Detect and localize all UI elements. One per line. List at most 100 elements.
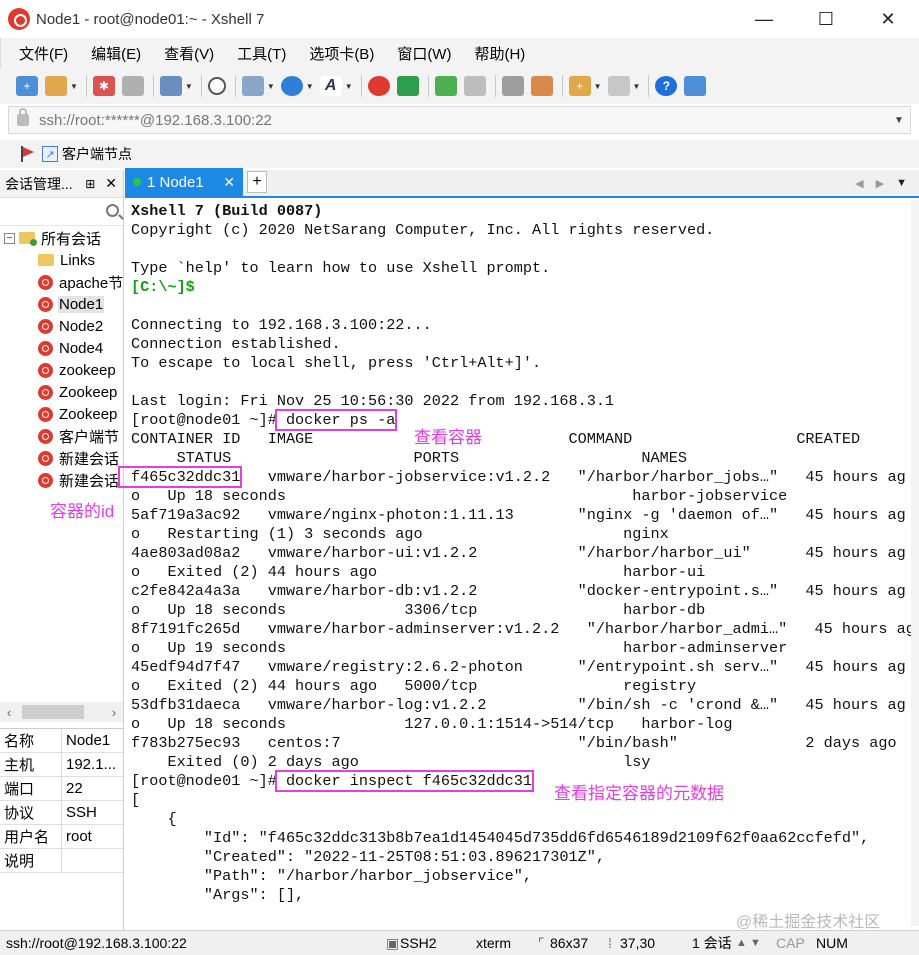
toolbar-divider	[494, 75, 496, 97]
menu-tools[interactable]: 工具(T)	[233, 41, 290, 66]
chevron-right-icon[interactable]: ›	[105, 705, 123, 720]
status-num: NUM	[816, 935, 848, 951]
keyboard-icon[interactable]	[501, 76, 524, 96]
tree-item-session[interactable]: 新建会话	[0, 447, 123, 469]
properties-icon[interactable]	[159, 76, 182, 96]
client-node-link[interactable]: 客户端节点	[62, 144, 132, 164]
close-button[interactable]: ✕	[857, 0, 919, 38]
terminal-line: "Id": "f465c32ddc313b8b7ea1d1454045d735d…	[131, 829, 870, 847]
chat-icon[interactable]	[684, 76, 707, 96]
open-folder-icon[interactable]	[45, 76, 67, 96]
sidebar-horizontal-scrollbar[interactable]: ‹ ›	[0, 702, 123, 722]
property-row: 用户名 root	[0, 825, 123, 849]
terminal-output[interactable]: Xshell 7 (Build 0087) Copyright (c) 2020 …	[126, 200, 911, 926]
new-session-icon[interactable]: +	[16, 76, 38, 96]
tree-item-session[interactable]: apache节	[0, 271, 123, 293]
add-folder-icon[interactable]: +	[568, 76, 591, 96]
toolbar-divider	[360, 75, 362, 97]
terminal-line: Exited (0) 2 days ago lsy	[131, 753, 651, 771]
chevron-down-icon[interactable]: ▼	[306, 82, 314, 91]
help-icon[interactable]: ?	[655, 76, 678, 96]
minimize-button[interactable]: —	[733, 0, 795, 38]
session-icon	[38, 428, 53, 444]
chevron-left-icon[interactable]: ‹	[0, 705, 18, 720]
chevron-down-icon[interactable]: ▼	[594, 82, 602, 91]
menu-file[interactable]: 文件(F)	[15, 41, 72, 66]
session-icon	[38, 274, 53, 290]
tree-item-session[interactable]: Zookeep	[0, 403, 123, 425]
status-sessions: 1 会话	[692, 935, 732, 951]
collapse-icon[interactable]: −	[4, 232, 15, 244]
tab-node1[interactable]: 1 Node1 ✕	[125, 168, 243, 196]
menu-help[interactable]: 帮助(H)	[470, 41, 529, 66]
xshell-app-icon	[8, 8, 30, 30]
menu-edit[interactable]: 编辑(E)	[87, 41, 145, 66]
disconnect-icon[interactable]: ✱	[92, 76, 115, 96]
terminal-line: {	[131, 810, 177, 828]
compose-icon[interactable]	[607, 76, 630, 96]
address-text[interactable]: ssh://root:******@192.168.3.100:22	[39, 112, 888, 129]
menu-view[interactable]: 查看(V)	[160, 41, 218, 66]
tree-root-all-sessions[interactable]: − 所有会话	[0, 227, 123, 249]
session-icon	[38, 318, 53, 334]
xshell-icon[interactable]	[367, 76, 390, 96]
highlighted-command: docker inspect f465c32ddc31	[274, 770, 535, 792]
chevron-down-icon[interactable]: ▼	[345, 82, 353, 91]
flag-icon[interactable]	[20, 146, 34, 162]
tree-item-node2[interactable]: Node2	[0, 315, 123, 337]
tree-item-node1[interactable]: Node1	[0, 293, 123, 315]
terminal-line: 45edf94d7f47 vmware/registry:2.6.2-photo…	[131, 658, 906, 676]
tree-item-session[interactable]: 客户端节	[0, 425, 123, 447]
resize-icon: ⌜	[538, 934, 545, 951]
find-icon[interactable]	[207, 77, 226, 95]
xftp-icon[interactable]	[396, 76, 419, 96]
pin-icon[interactable]: ⊞	[85, 177, 95, 191]
terminal-scrollbar[interactable]	[911, 200, 919, 926]
address-bar[interactable]: ssh://root:******@192.168.3.100:22 ▼	[8, 106, 911, 134]
terminal-line: f783b275ec93 centos:7 "/bin/bash" 2 days…	[131, 734, 897, 752]
reconnect-icon[interactable]	[121, 76, 144, 96]
highlight-icon[interactable]	[530, 76, 553, 96]
shell-prompt: [root@node01 ~]#	[131, 772, 277, 790]
chevron-down-icon[interactable]: ▼	[888, 115, 910, 126]
add-tab-button[interactable]: +	[247, 171, 267, 193]
tree-item-session[interactable]: Zookeep	[0, 381, 123, 403]
links-bar: ↗ 客户端节点	[0, 140, 919, 168]
terminal-line: 53dfb31daeca vmware/harbor-log:v1.2.2 "/…	[131, 696, 906, 714]
session-search-input[interactable]	[0, 198, 123, 226]
lock-icon[interactable]	[463, 76, 486, 96]
tree-item-session[interactable]: 新建会话	[0, 469, 123, 491]
globe-icon[interactable]	[280, 76, 303, 96]
toolbar-divider	[200, 75, 202, 97]
terminal-line: "Created": "2022-11-25T08:51:03.89621730…	[131, 848, 605, 866]
tree-item-node4[interactable]: Node4	[0, 337, 123, 359]
tab-menu-icon[interactable]: ▼	[896, 177, 907, 189]
terminal-line: f465c32ddc31 vmware/harbor-jobservice:v1…	[131, 468, 906, 486]
layout-icon[interactable]	[241, 76, 264, 96]
session-icon	[38, 340, 53, 356]
session-arrows-icon[interactable]: ▲ ▼	[736, 937, 776, 949]
chevron-down-icon[interactable]: ▼	[633, 82, 641, 91]
fullscreen-icon[interactable]	[434, 76, 457, 96]
chevron-down-icon[interactable]: ▼	[185, 82, 193, 91]
tree-item-session[interactable]: zookeep	[0, 359, 123, 381]
close-tab-icon[interactable]: ✕	[223, 174, 235, 191]
close-icon[interactable]: ✕	[105, 175, 117, 192]
scrollbar-thumb[interactable]	[22, 705, 84, 719]
chevron-down-icon[interactable]: ▼	[70, 82, 78, 91]
font-icon[interactable]: A	[319, 76, 342, 96]
menu-tabs[interactable]: 选项卡(B)	[305, 41, 378, 66]
chevron-right-icon[interactable]: ▶	[876, 177, 884, 190]
chevron-left-icon[interactable]: ◀	[855, 177, 863, 190]
search-icon[interactable]	[106, 204, 119, 217]
chevron-down-icon[interactable]: ▼	[267, 82, 275, 91]
terminal-line: Connecting to 192.168.3.100:22...	[131, 316, 432, 334]
menu-window[interactable]: 窗口(W)	[393, 41, 455, 66]
terminal-line: [root@node01 ~]# docker inspect f465c32d…	[131, 770, 911, 792]
session-manager-title: 会话管理...	[5, 175, 73, 192]
property-row: 说明	[0, 849, 123, 873]
maximize-button[interactable]: ☐	[795, 0, 857, 38]
tree-item-links[interactable]: Links	[0, 249, 123, 271]
terminal-line: o Exited (2) 44 hours ago 5000/tcp regis…	[131, 677, 697, 695]
